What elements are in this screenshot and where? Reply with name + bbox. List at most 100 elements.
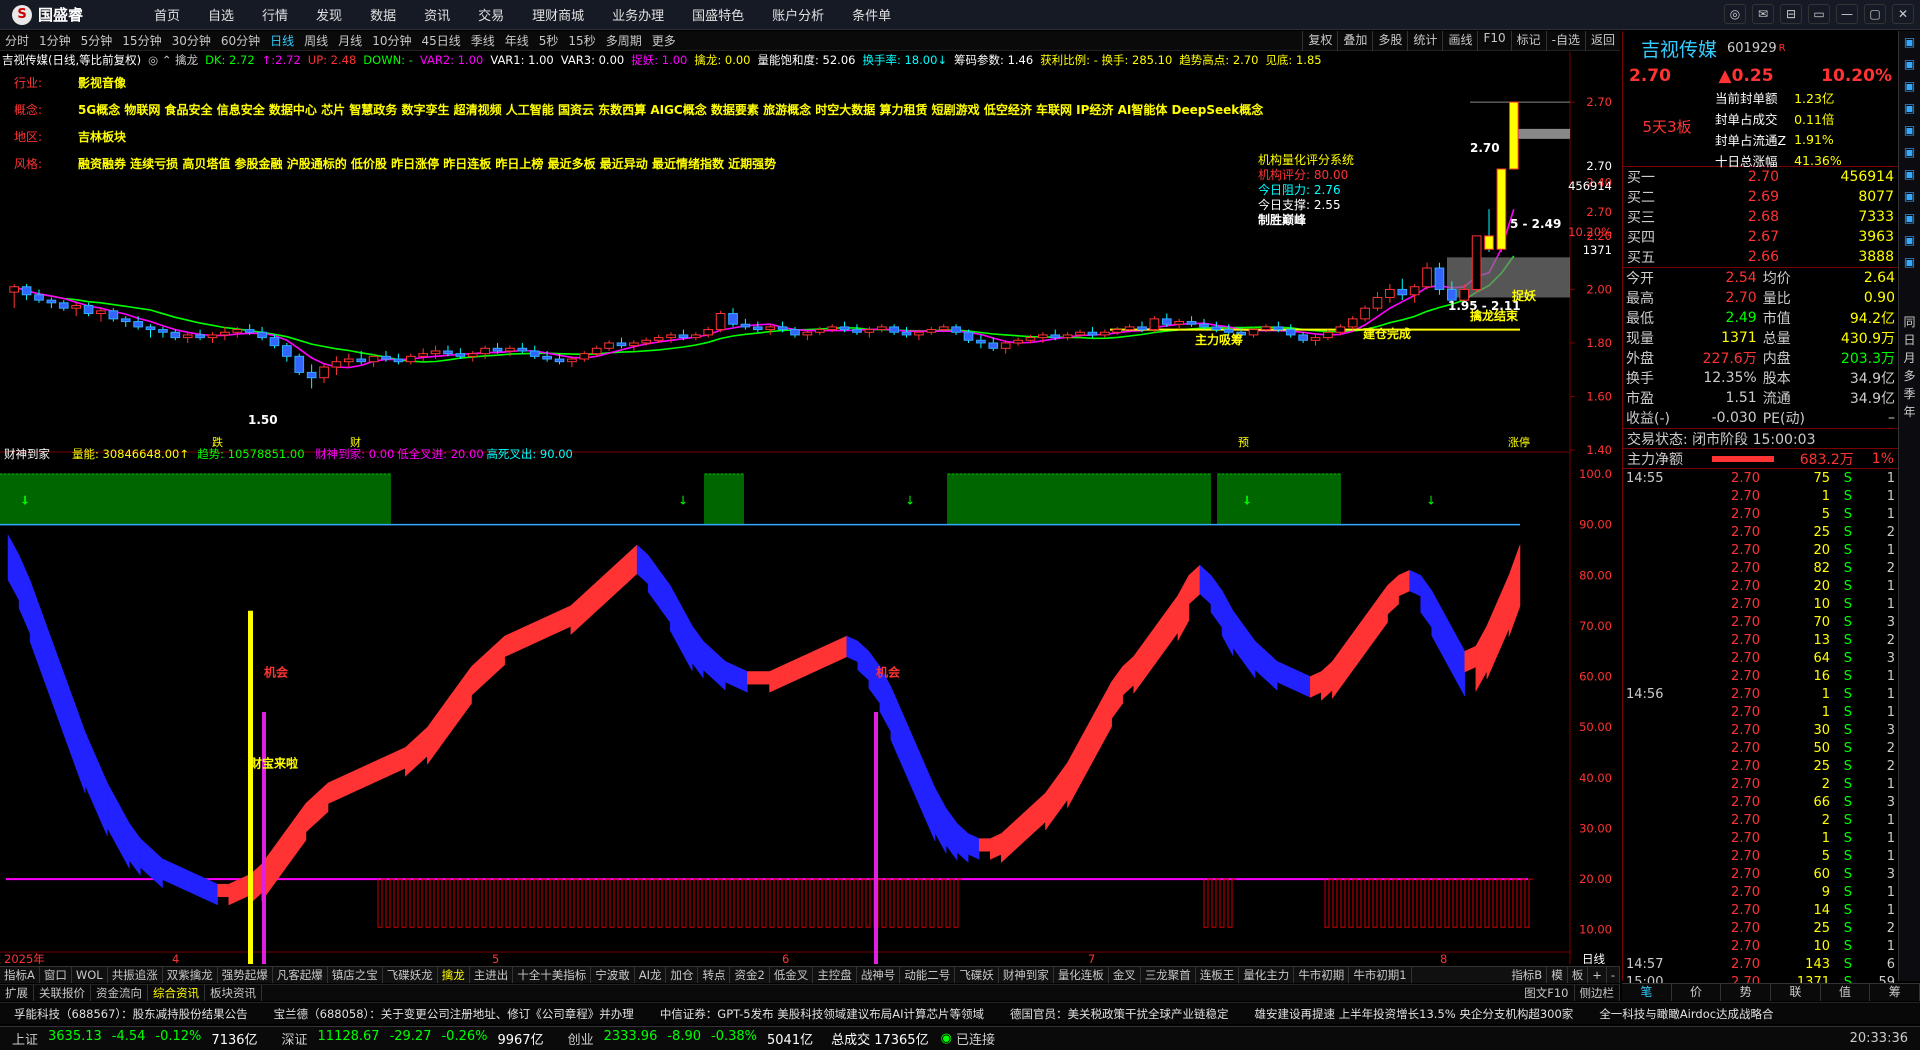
- window-control-3-icon[interactable]: ▭: [1808, 4, 1830, 24]
- menu-item-3[interactable]: 发现: [302, 5, 356, 24]
- indicator-tab-12[interactable]: 宁波敢: [591, 967, 635, 983]
- indicator-tab-0[interactable]: 指标A: [0, 967, 40, 983]
- period-tab-9[interactable]: 10分钟: [367, 32, 416, 49]
- menu-item-10[interactable]: 账户分析: [758, 5, 838, 24]
- indicator-tab-18[interactable]: 主控盘: [813, 967, 857, 983]
- window-control-1-icon[interactable]: ✉: [1752, 4, 1774, 24]
- order-book-row[interactable]: 买一 2.70 456914: [1623, 167, 1898, 187]
- quote-tab-3[interactable]: 联: [1771, 984, 1821, 1001]
- news-item[interactable]: 雄安建设再提速 上半年投资增长13.5% 央企分支机构超300家: [1255, 1006, 1574, 1022]
- menu-item-7[interactable]: 理财商城: [518, 5, 598, 24]
- chart-tool-4[interactable]: 画线: [1442, 31, 1477, 51]
- indicator-tab-17[interactable]: 低金叉: [770, 967, 814, 983]
- period-tab-11[interactable]: 季线: [466, 32, 500, 49]
- indicator-right-tab-3[interactable]: +: [1588, 967, 1607, 983]
- sidebar-period-5[interactable]: 年: [1899, 403, 1920, 421]
- menu-item-5[interactable]: 资讯: [410, 5, 464, 24]
- indicator-tab-21[interactable]: 飞碟妖: [955, 967, 999, 983]
- menu-item-9[interactable]: 国盛特色: [678, 5, 758, 24]
- indicator-tab-16[interactable]: 资金2: [730, 967, 770, 983]
- menu-item-4[interactable]: 数据: [356, 5, 410, 24]
- sidebar-tool-icon[interactable]: ▣: [1900, 255, 1920, 273]
- news-item[interactable]: 宝兰德（688058）：关于变更公司注册地址、修订《公司章程》并办理: [274, 1006, 634, 1022]
- indicator-tab-9[interactable]: 擒龙: [438, 967, 470, 983]
- indicator-tab-14[interactable]: 加仓: [666, 967, 699, 983]
- order-book-row[interactable]: 买三 2.68 7333: [1623, 207, 1898, 227]
- index-quote-2[interactable]: 创业 2333.96 -8.90 -0.38% 5041亿: [568, 1029, 814, 1048]
- sidebar-tool-icon[interactable]: ▣: [1900, 35, 1920, 53]
- indicator-tab-11[interactable]: 十全十美指标: [513, 967, 592, 983]
- chart-tool-5[interactable]: F10: [1477, 31, 1510, 51]
- news-item[interactable]: 孚能科技（688567）：股东减持股份结果公告: [14, 1006, 248, 1022]
- chart-tool-7[interactable]: -自选: [1545, 31, 1585, 51]
- period-tab-10[interactable]: 45日线: [416, 32, 465, 49]
- panel-tab-1[interactable]: 关联报价: [34, 985, 91, 1001]
- news-item[interactable]: 德国官员：美关税政策干扰全球产业链稳定: [1010, 1006, 1229, 1022]
- index-quote-1[interactable]: 深证 11128.67 -29.27 -0.26% 9967亿: [282, 1029, 544, 1048]
- menu-item-2[interactable]: 行情: [248, 5, 302, 24]
- sidebar-period-2[interactable]: 月: [1899, 349, 1920, 367]
- sidebar-period-4[interactable]: 季: [1899, 385, 1920, 403]
- quote-tab-1[interactable]: 价: [1672, 984, 1722, 1001]
- window-control-0-icon[interactable]: ◎: [1724, 4, 1746, 24]
- period-tab-8[interactable]: 月线: [333, 32, 367, 49]
- chart-tool-6[interactable]: 标记: [1510, 31, 1546, 51]
- indicator-tab-29[interactable]: 牛市初期1: [1349, 967, 1412, 983]
- menu-item-8[interactable]: 业务办理: [598, 5, 678, 24]
- period-tab-5[interactable]: 60分钟: [216, 32, 265, 49]
- quote-tab-0[interactable]: 笔: [1622, 984, 1672, 1001]
- indicator-tab-25[interactable]: 三龙聚首: [1141, 967, 1196, 983]
- sidebar-period-3[interactable]: 多: [1899, 367, 1920, 385]
- indicator-tab-20[interactable]: 动能二号: [900, 967, 956, 983]
- sidebar-tool-icon[interactable]: ▣: [1900, 101, 1920, 119]
- sidebar-tool-icon[interactable]: ▣: [1900, 145, 1920, 163]
- sidebar-period-1[interactable]: 日: [1899, 331, 1920, 349]
- panel-tab-3[interactable]: 综合资讯: [148, 985, 205, 1001]
- panel-tab-4[interactable]: 板块资讯: [205, 985, 262, 1001]
- indicator-right-tab-0[interactable]: 指标B: [1507, 967, 1548, 983]
- order-book-row[interactable]: 买二 2.69 8077: [1623, 187, 1898, 207]
- sidebar-tool-icon[interactable]: ▣: [1900, 123, 1920, 141]
- indicator-tab-23[interactable]: 量化连板: [1054, 967, 1109, 983]
- quote-tab-2[interactable]: 势: [1721, 984, 1772, 1001]
- sidebar-tool-icon[interactable]: ▣: [1900, 79, 1920, 97]
- news-item[interactable]: 中信证券：GPT-5发布 美股科技领域建议布局AI计算芯片等领域: [660, 1006, 984, 1022]
- panel-right-tab-1[interactable]: 侧边栏: [1575, 985, 1620, 1001]
- news-item[interactable]: 全一科技与瞰瞰Airdoc达成战略合: [1599, 1006, 1773, 1022]
- chart-tool-8[interactable]: 返回: [1584, 31, 1620, 51]
- period-tab-7[interactable]: 周线: [299, 32, 333, 49]
- indicator-tab-3[interactable]: 共振追涨: [108, 967, 163, 983]
- indicator-tab-28[interactable]: 牛市初期: [1294, 967, 1350, 983]
- indicator-tab-8[interactable]: 飞碟妖龙: [383, 967, 438, 983]
- sidebar-tool-icon[interactable]: ▣: [1900, 233, 1920, 251]
- period-tab-16[interactable]: 更多: [647, 32, 681, 49]
- indicator-right-tab-2[interactable]: 板: [1568, 967, 1589, 983]
- chart-tool-2[interactable]: 多股: [1372, 31, 1407, 51]
- period-tab-13[interactable]: 5秒: [534, 32, 564, 49]
- indicator-tab-2[interactable]: WOL: [72, 967, 108, 983]
- period-tab-0[interactable]: 分时: [0, 32, 34, 49]
- chart-tool-3[interactable]: 统计: [1407, 31, 1442, 51]
- menu-item-0[interactable]: 首页: [140, 5, 194, 24]
- chart-tool-1[interactable]: 叠加: [1337, 31, 1372, 51]
- indicator-tab-27[interactable]: 量化主力: [1239, 967, 1295, 983]
- indicator-tab-24[interactable]: 金叉: [1109, 967, 1141, 983]
- panel-tab-0[interactable]: 扩展: [0, 985, 34, 1001]
- tick-list[interactable]: 14:55 2.70 75 S 1 2.70 1 S 1 2.70 5 S 1 2.70 25 S 2 2.70 2…: [1623, 469, 1898, 991]
- window-control-6-icon[interactable]: ✕: [1892, 4, 1914, 24]
- index-quote-0[interactable]: 上证 3635.13 -4.54 -0.12% 7136亿: [12, 1029, 258, 1048]
- menu-item-6[interactable]: 交易: [464, 5, 518, 24]
- indicator-tab-5[interactable]: 强势起爆: [218, 967, 273, 983]
- panel-tab-2[interactable]: 资金流向: [91, 985, 148, 1001]
- period-tab-1[interactable]: 1分钟: [34, 32, 76, 49]
- menu-item-11[interactable]: 条件单: [838, 5, 905, 24]
- quote-tab-5[interactable]: 筹: [1870, 984, 1920, 1001]
- chart-tool-0[interactable]: 复权: [1302, 31, 1337, 51]
- indicator-tab-10[interactable]: 主进出: [470, 967, 514, 983]
- indicator-tab-15[interactable]: 转点: [698, 967, 731, 983]
- indicator-right-tab-4[interactable]: -: [1607, 967, 1620, 983]
- indicator-tab-19[interactable]: 战神号: [857, 967, 901, 983]
- period-tab-15[interactable]: 多周期: [601, 32, 647, 49]
- window-control-5-icon[interactable]: ▢: [1864, 4, 1886, 24]
- order-book-row[interactable]: 买四 2.67 3963: [1623, 227, 1898, 247]
